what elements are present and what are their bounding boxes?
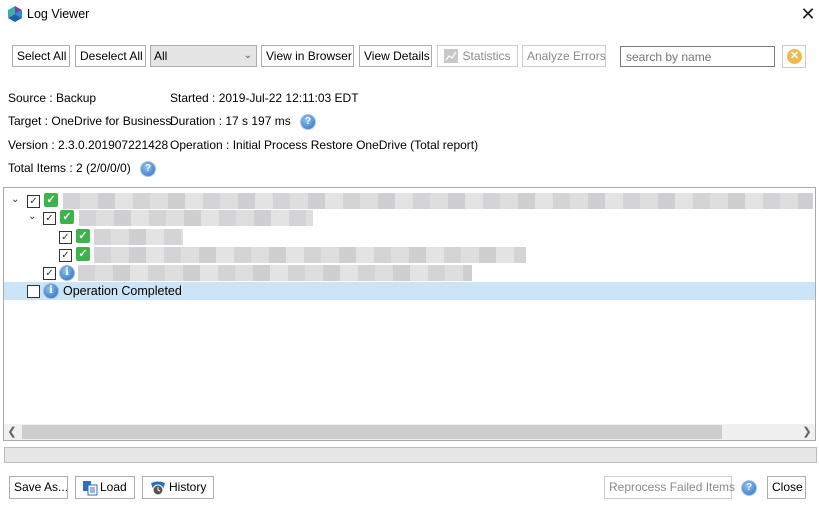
source-label: Source : Backup [8, 91, 97, 105]
window-title: Log Viewer [27, 7, 90, 21]
clear-search-button[interactable]: ✕ [782, 45, 806, 68]
statistics-button[interactable]: Statistics [437, 45, 518, 67]
redacted-label [63, 193, 813, 209]
search-input[interactable] [620, 46, 775, 67]
history-button[interactable]: History [142, 476, 214, 499]
duration-label: Duration : 17 s 197 ms ? [170, 114, 317, 130]
tree-row[interactable]: ✓ ✓ [4, 246, 815, 264]
progress-bar [4, 447, 817, 463]
row-checkbox[interactable]: ✓ [43, 212, 56, 225]
scroll-thumb[interactable] [22, 425, 722, 439]
row-label: Operation Completed [63, 284, 182, 298]
success-icon: ✓ [76, 229, 90, 243]
row-checkbox[interactable] [27, 285, 40, 298]
close-button[interactable]: Close [767, 476, 806, 499]
redacted-label [78, 265, 472, 281]
duration-help-icon[interactable]: ? [300, 114, 317, 130]
view-in-browser-button[interactable]: View in Browser [261, 45, 354, 67]
row-checkbox[interactable]: ✓ [59, 249, 72, 262]
app-logo-icon [8, 6, 22, 22]
total-items-text: Total Items : 2 (2/0/0/0) [8, 161, 131, 176]
window-close-icon[interactable]: ✕ [797, 3, 819, 25]
tree-row[interactable]: ✓ ✓ [4, 228, 815, 246]
row-checkbox[interactable]: ✓ [59, 231, 72, 244]
expand-icon[interactable]: ⌄ [11, 194, 19, 205]
total-items-help-icon[interactable]: ? [140, 161, 157, 177]
history-icon [151, 481, 165, 496]
chevron-down-icon: ⌄ [243, 50, 252, 61]
started-label: Started : 2019-Jul-22 12:11:03 EDT [170, 91, 359, 105]
deselect-all-button[interactable]: Deselect All [75, 45, 146, 67]
expand-icon[interactable]: ⌄ [28, 211, 36, 222]
clear-icon: ✕ [787, 49, 802, 64]
footer-help-icon[interactable]: ? [741, 480, 757, 496]
version-label: Version : 2.3.0.201907221428 [8, 138, 169, 152]
log-tree[interactable]: ⌄ ✓ ✓ ⌄ ✓ ✓ ✓ ✓ ✓ ✓ ✓ i i Operation Comp… [3, 187, 816, 441]
horizontal-scrollbar[interactable]: ❮ ❯ [4, 424, 815, 440]
select-all-button[interactable]: Select All [12, 45, 70, 67]
scroll-left-icon[interactable]: ❮ [4, 424, 20, 440]
reprocess-failed-items-button[interactable]: Reprocess Failed Items [604, 476, 735, 499]
scroll-right-icon[interactable]: ❯ [799, 424, 815, 440]
success-icon: ✓ [44, 193, 58, 207]
duration-text: Duration : 17 s 197 ms [170, 114, 291, 129]
history-label: History [169, 480, 207, 494]
success-icon: ✓ [60, 210, 74, 224]
redacted-label [94, 229, 183, 245]
load-icon [83, 481, 98, 496]
statistics-label: Statistics [462, 49, 511, 63]
redacted-label [94, 247, 526, 263]
row-checkbox[interactable]: ✓ [43, 267, 56, 280]
load-label: Load [100, 480, 127, 494]
success-icon: ✓ [76, 247, 90, 261]
tree-row[interactable]: ⌄ ✓ ✓ [4, 209, 815, 227]
analyze-errors-button[interactable]: Analyze Errors [522, 45, 606, 67]
target-label: Target : OneDrive for Business [8, 114, 172, 128]
tree-row[interactable]: ✓ i [4, 264, 815, 282]
chart-icon [444, 49, 458, 63]
tree-row-selected[interactable]: i Operation Completed [4, 282, 815, 300]
total-items-label: Total Items : 2 (2/0/0/0) ? [8, 161, 157, 177]
save-as-button[interactable]: Save As... [9, 476, 68, 499]
redacted-label [79, 210, 313, 226]
info-icon: i [43, 283, 59, 299]
view-details-button[interactable]: View Details [359, 45, 432, 67]
row-checkbox[interactable]: ✓ [27, 195, 40, 208]
info-icon: i [59, 265, 75, 281]
title-bar: Log Viewer ✕ [0, 0, 819, 30]
operation-label: Operation : Initial Process Restore OneD… [170, 138, 479, 152]
load-button[interactable]: Load [75, 476, 135, 499]
filter-value: All [154, 49, 168, 63]
tree-row[interactable]: ⌄ ✓ ✓ [4, 192, 815, 210]
filter-dropdown[interactable]: All ⌄ [150, 45, 257, 67]
